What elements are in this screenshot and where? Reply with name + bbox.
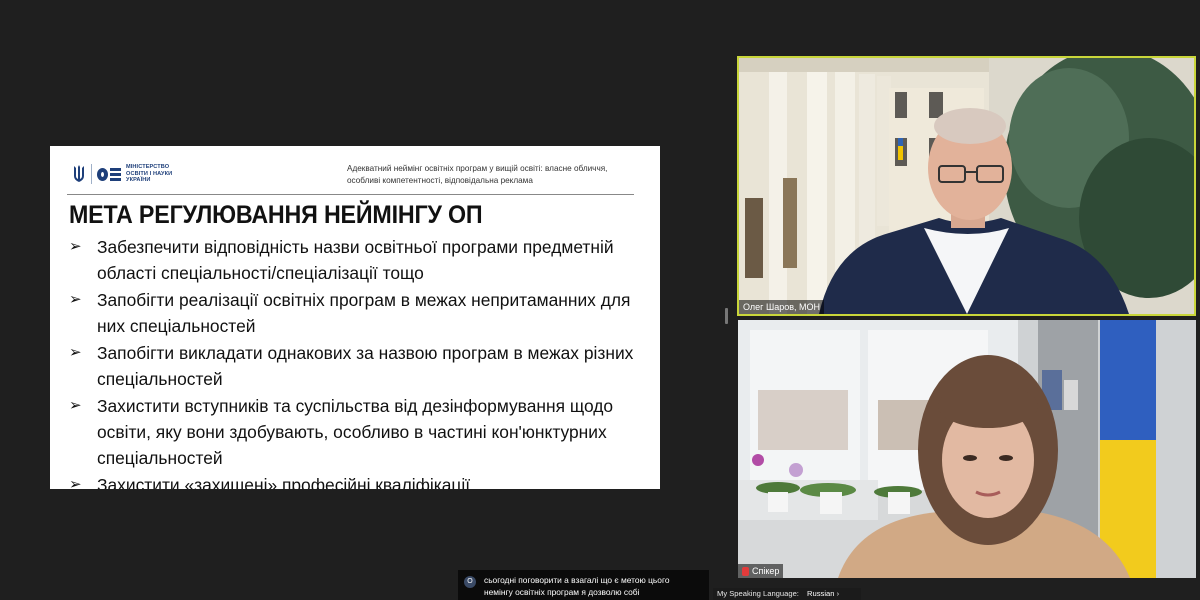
bullet-item: ➢ Захистити вступників та суспільства від… bbox=[69, 393, 649, 471]
participant-name-tag: Спікер bbox=[738, 564, 784, 578]
bullet-item: ➢ Забезпечити відповідність назви освітнь… bbox=[69, 234, 649, 286]
participant-name: Олег Шаров, МОН bbox=[743, 302, 820, 312]
logo-separator bbox=[91, 164, 92, 184]
subtitle-line: особливі компетентності, відповідальна р… bbox=[347, 176, 533, 185]
bullet-item: ➢ Запобігти викладати однакових за назвою… bbox=[69, 340, 649, 392]
subtitle-line: Адекватний неймінг освітніх програм у ви… bbox=[347, 164, 608, 173]
bullet-list: ➢ Забезпечити відповідність назви освітнь… bbox=[69, 234, 649, 489]
shared-slide: МІНІСТЕРСТВО ОСВІТИ І НАУКИ УКРАЇНИ Адек… bbox=[50, 146, 660, 489]
bullet-item: ➢ Запобігти реалізації освітніх програм в… bbox=[69, 287, 649, 339]
ministry-line: МІНІСТЕРСТВО bbox=[126, 164, 170, 171]
speaking-language-selector[interactable]: My Speaking Language: Russian › bbox=[713, 588, 861, 600]
bullet-text: Захистити «захищені» професійні кваліфік… bbox=[97, 475, 471, 489]
bullet-text: Захистити вступників та суспільства від … bbox=[97, 396, 614, 468]
arrow-bullet-icon: ➢ bbox=[69, 238, 82, 255]
slide-title: МЕТА РЕГУЛЮВАННЯ НЕЙМІНГУ ОП bbox=[69, 201, 483, 229]
slide-divider bbox=[67, 194, 634, 195]
ministry-line: УКРАЇНИ bbox=[126, 177, 151, 184]
trident-icon bbox=[74, 165, 84, 182]
caption-line: немінгу освітніх програм я дозволю собі bbox=[484, 587, 640, 597]
bullet-item: ➢ Захистити «захищені» професійні кваліфі… bbox=[69, 472, 649, 489]
speaking-language-label: My Speaking Language: bbox=[717, 589, 799, 598]
video-tile-participant[interactable]: Спікер bbox=[738, 320, 1196, 578]
live-caption: O сьогодні поговорити а взагалі що є мет… bbox=[458, 570, 709, 600]
ministry-name: МІНІСТЕРСТВО ОСВІТИ І НАУКИ УКРАЇНИ bbox=[126, 164, 172, 183]
mic-muted-icon bbox=[742, 566, 749, 576]
bullet-text: Забезпечити відповідність назви освітньо… bbox=[97, 237, 614, 283]
ministry-logo: МІНІСТЕРСТВО ОСВІТИ І НАУКИ УКРАЇНИ bbox=[72, 164, 172, 184]
caption-avatar: O bbox=[464, 576, 476, 588]
caption-line: сьогодні поговорити а взагалі що є метою… bbox=[484, 575, 670, 585]
chevron-right-icon: › bbox=[836, 589, 840, 598]
participant-name-tag: Олег Шаров, МОН bbox=[739, 300, 824, 314]
video-tile-speaker[interactable]: Олег Шаров, МОН bbox=[737, 56, 1196, 316]
slide-subtitle: Адекватний неймінг освітніх програм у ви… bbox=[347, 163, 637, 187]
participant-name: Спікер bbox=[752, 566, 780, 576]
bullet-text: Запобігти викладати однакових за назвою … bbox=[97, 343, 634, 389]
arrow-bullet-icon: ➢ bbox=[69, 397, 82, 414]
arrow-bullet-icon: ➢ bbox=[69, 291, 82, 308]
moe-mark-icon bbox=[97, 167, 121, 181]
arrow-bullet-icon: ➢ bbox=[69, 344, 82, 361]
panel-resize-handle[interactable] bbox=[725, 308, 728, 324]
caption-text: сьогодні поговорити а взагалі що є метою… bbox=[484, 574, 703, 598]
participant-video bbox=[738, 320, 1196, 578]
participant-video bbox=[739, 58, 1194, 314]
arrow-bullet-icon: ➢ bbox=[69, 476, 82, 489]
speaking-language-value: Russian bbox=[807, 589, 835, 598]
bullet-text: Запобігти реалізації освітніх програм в … bbox=[97, 290, 631, 336]
